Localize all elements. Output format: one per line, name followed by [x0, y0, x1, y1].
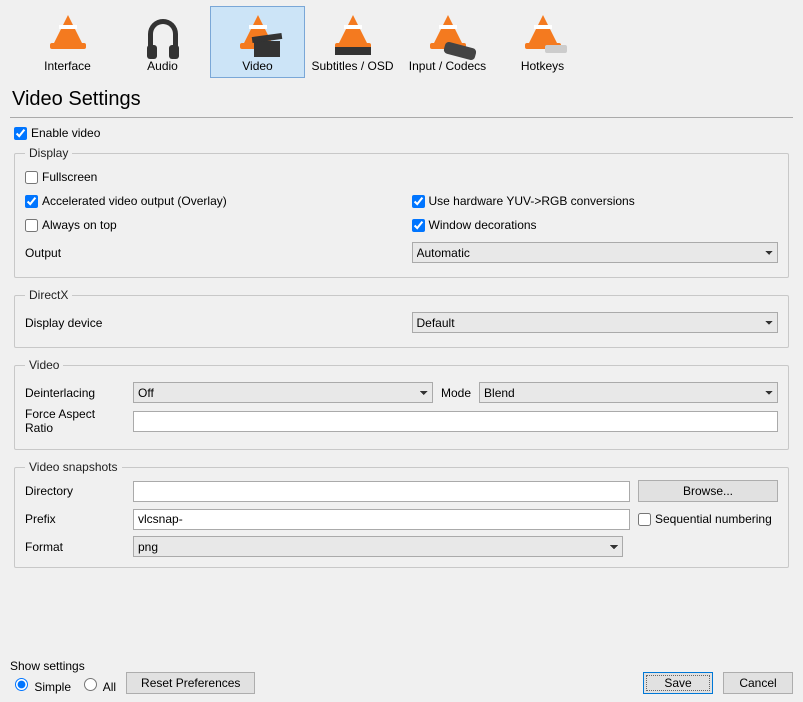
display-legend: Display [25, 146, 72, 160]
mode-select[interactable]: Blend [479, 382, 778, 403]
hw-yuv-label: Use hardware YUV->RGB conversions [429, 194, 635, 208]
display-group: Display Fullscreen Accelerated video out… [14, 146, 789, 278]
window-decorations-checkbox[interactable] [412, 219, 425, 232]
subtitles-icon [329, 13, 377, 55]
simple-radio[interactable] [15, 678, 28, 691]
force-aspect-ratio-input[interactable] [133, 411, 778, 432]
video-legend: Video [25, 358, 63, 372]
enable-video-checkbox[interactable] [14, 127, 27, 140]
video-icon [234, 13, 282, 55]
cancel-button[interactable]: Cancel [723, 672, 793, 694]
directx-legend: DirectX [25, 288, 72, 302]
simple-label: Simple [34, 680, 71, 694]
mode-label: Mode [441, 386, 471, 400]
prefix-input[interactable] [133, 509, 630, 530]
browse-button[interactable]: Browse... [638, 480, 778, 502]
category-toolbar: Interface Audio Video Subtitles / OSD In… [0, 0, 803, 78]
all-radio[interactable] [84, 678, 97, 691]
video-group: Video Deinterlacing Off Mode Blend Force… [14, 358, 789, 450]
title-divider [10, 117, 793, 118]
window-decorations-label: Window decorations [429, 218, 537, 232]
toolbar-item-video[interactable]: Video [210, 6, 305, 78]
sequential-numbering-label: Sequential numbering [655, 512, 772, 526]
toolbar-label: Video [215, 59, 300, 73]
prefix-label: Prefix [25, 512, 125, 526]
toolbar-item-subtitles[interactable]: Subtitles / OSD [305, 6, 400, 78]
display-device-label: Display device [25, 316, 102, 330]
toolbar-item-interface[interactable]: Interface [20, 6, 115, 78]
output-label: Output [25, 246, 61, 260]
format-select[interactable]: png [133, 536, 623, 557]
fullscreen-label: Fullscreen [42, 170, 97, 184]
all-label: All [103, 680, 116, 694]
toolbar-item-audio[interactable]: Audio [115, 6, 210, 78]
toolbar-label: Audio [120, 59, 205, 73]
output-select[interactable]: Automatic [412, 242, 779, 263]
toolbar-item-hotkeys[interactable]: Hotkeys [495, 6, 590, 78]
deinterlacing-label: Deinterlacing [25, 386, 125, 400]
accelerated-label: Accelerated video output (Overlay) [42, 194, 227, 208]
sequential-numbering-checkbox[interactable] [638, 513, 651, 526]
display-device-select[interactable]: Default [412, 312, 779, 333]
toolbar-item-input-codecs[interactable]: Input / Codecs [400, 6, 495, 78]
accelerated-checkbox[interactable] [25, 195, 38, 208]
force-aspect-ratio-label: Force Aspect Ratio [25, 407, 125, 435]
enable-video-label: Enable video [31, 126, 100, 140]
enable-video-row: Enable video [14, 126, 789, 140]
footer: Show settings Simple All Reset Preferenc… [10, 659, 793, 694]
fullscreen-checkbox[interactable] [25, 171, 38, 184]
deinterlacing-select[interactable]: Off [133, 382, 433, 403]
hotkeys-icon [519, 13, 567, 55]
directory-label: Directory [25, 484, 125, 498]
save-button[interactable]: Save [643, 672, 713, 694]
format-label: Format [25, 540, 125, 554]
interface-icon [44, 13, 92, 55]
snapshots-group: Video snapshots Directory Browse... Pref… [14, 460, 789, 568]
always-on-top-checkbox[interactable] [25, 219, 38, 232]
toolbar-label: Subtitles / OSD [310, 59, 395, 73]
toolbar-label: Interface [25, 59, 110, 73]
toolbar-label: Hotkeys [500, 59, 585, 73]
input-codecs-icon [424, 13, 472, 55]
directory-input[interactable] [133, 481, 630, 502]
show-settings-label: Show settings [10, 659, 116, 673]
always-on-top-label: Always on top [42, 218, 117, 232]
toolbar-label: Input / Codecs [405, 59, 490, 73]
directx-group: DirectX Display device Default [14, 288, 789, 348]
reset-preferences-button[interactable]: Reset Preferences [126, 672, 255, 694]
audio-icon [139, 13, 187, 55]
snapshots-legend: Video snapshots [25, 460, 122, 474]
hw-yuv-checkbox[interactable] [412, 195, 425, 208]
page-title: Video Settings [12, 88, 791, 111]
